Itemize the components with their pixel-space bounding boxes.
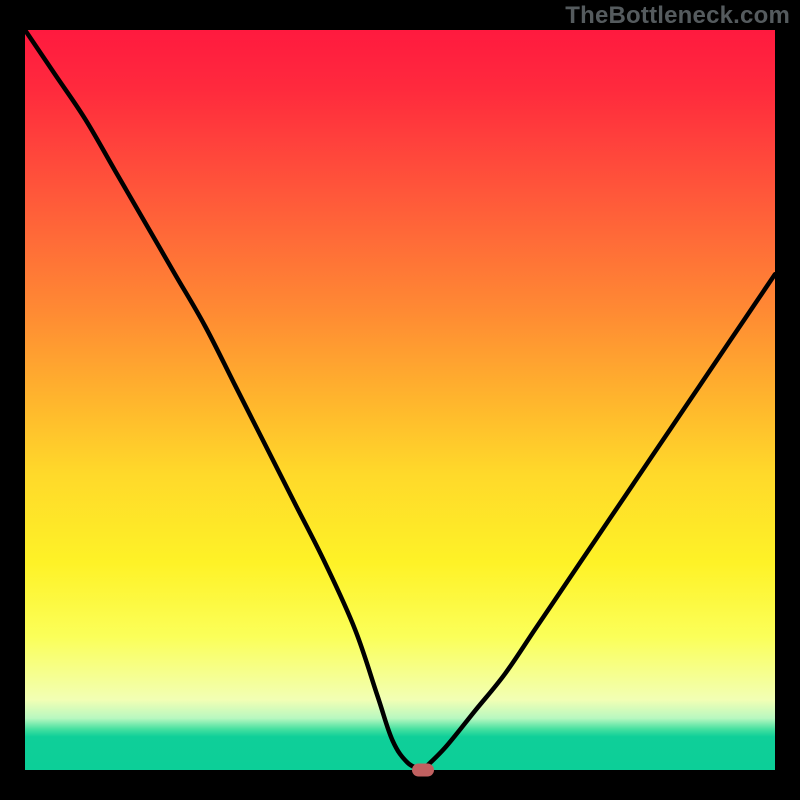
bottleneck-curve-right [423, 274, 776, 770]
plot-area [25, 30, 775, 770]
bottleneck-curve-left [25, 30, 423, 770]
minimum-marker [412, 764, 434, 777]
attribution-label: TheBottleneck.com [565, 2, 790, 30]
curve-svg [25, 30, 775, 770]
chart-frame: TheBottleneck.com [0, 0, 800, 800]
